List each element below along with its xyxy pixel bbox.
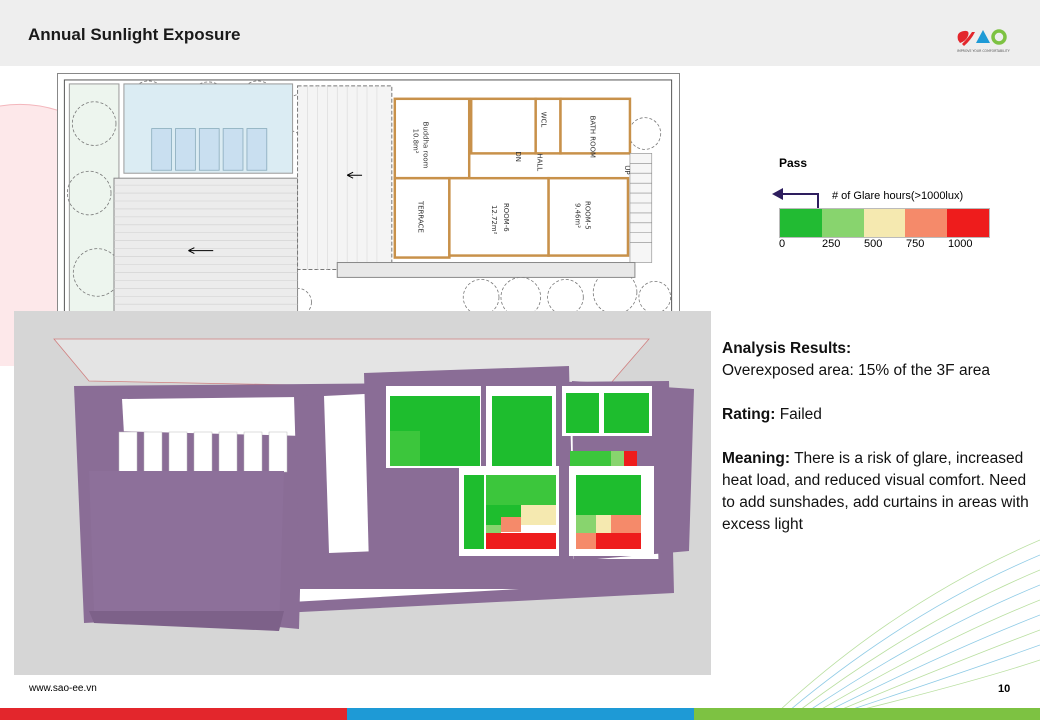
label-wcl: WCL	[540, 112, 548, 128]
floor-plan-drawing: Buddha room 10.8m² TERRACE WCL BATH ROOM…	[57, 73, 680, 330]
scale-segment-3	[905, 209, 948, 237]
scale-segment-4	[947, 209, 989, 237]
label-up: UP	[623, 165, 631, 174]
scale-tick-750: 750	[906, 238, 925, 250]
label-dn: DN	[514, 151, 522, 162]
overexposed-text: Overexposed area: 15% of the 3F area	[722, 362, 990, 379]
analysis-results: Analysis Results: Overexposed area: 15% …	[722, 338, 1032, 558]
scale-segment-2	[863, 209, 906, 237]
label-terrace: TERRACE	[417, 200, 425, 233]
scale-tick-1000: 1000	[948, 238, 973, 250]
slide-title: Annual Sunlight Exposure	[28, 25, 241, 44]
label-buddha-area: 10.8m²	[412, 129, 420, 154]
legend-title: # of Glare hours(>1000lux)	[832, 190, 964, 202]
footer-bar-blue	[347, 708, 694, 720]
scale-segment-0	[780, 209, 822, 237]
label-room6: ROOM-6	[502, 203, 510, 232]
label-bathroom: BATH ROOM	[588, 116, 596, 158]
label-buddha-room: Buddha room	[422, 122, 430, 169]
page-number: 10	[998, 683, 1011, 695]
label-hall: HALL	[536, 153, 544, 171]
label-room6-area: 12.72m²	[490, 205, 498, 235]
rating-label: Rating:	[722, 406, 776, 423]
rating-value: Failed	[779, 406, 822, 423]
scale-segment-1	[821, 209, 864, 237]
results-heading: Analysis Results:	[722, 340, 852, 357]
sao-logo: IMPROVE YOUR COMFORTABILITY	[957, 29, 1010, 53]
scale-tick-500: 500	[864, 238, 883, 250]
label-room5-area: 9.46m²	[573, 203, 581, 228]
scale-tick-0: 0	[779, 238, 786, 250]
logo-tagline: IMPROVE YOUR COMFORTABILITY	[957, 49, 1010, 53]
glare-heatmap-render	[14, 311, 711, 675]
footer-bar-green	[694, 708, 1040, 720]
footer-url[interactable]: www.sao-ee.vn	[29, 683, 97, 694]
scale-tick-250: 250	[822, 238, 841, 250]
label-room5: ROOM-5	[583, 201, 591, 230]
meaning-label: Meaning:	[722, 450, 791, 467]
footer-bar-red	[0, 708, 347, 720]
pass-label: Pass	[779, 156, 808, 170]
glare-color-scale	[779, 208, 990, 238]
